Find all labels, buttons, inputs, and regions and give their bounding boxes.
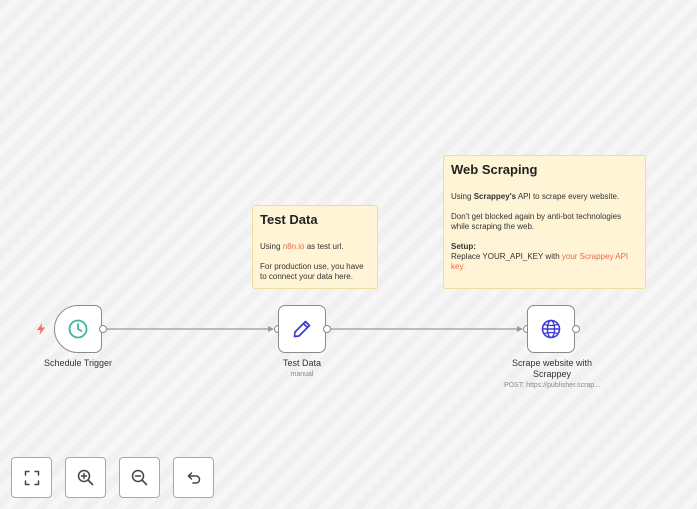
output-handle[interactable] bbox=[323, 325, 331, 333]
globe-icon bbox=[541, 319, 561, 339]
sticky-setup: Setup: Replace YOUR_API_KEY with your Sc… bbox=[451, 242, 638, 272]
node-label: Test Data bbox=[282, 358, 322, 368]
n8n-link[interactable]: n8n.io bbox=[283, 242, 305, 251]
sticky-text-part: API to scrape every website. bbox=[516, 192, 620, 201]
node-scrape-website[interactable] bbox=[527, 305, 575, 353]
sticky-text-part: Using bbox=[451, 192, 474, 201]
zoom-out-button[interactable] bbox=[119, 457, 160, 498]
fit-view-button[interactable] bbox=[11, 457, 52, 498]
sticky-title: Web Scraping bbox=[451, 162, 538, 177]
output-handle[interactable] bbox=[572, 325, 580, 333]
clock-icon bbox=[68, 319, 88, 339]
sticky-bold-text: Scrappey's bbox=[473, 192, 517, 201]
sticky-text: For production use, you have to connect … bbox=[260, 262, 364, 281]
node-label: Scrape website with Scrappey bbox=[511, 358, 593, 379]
workflow-canvas[interactable]: Test Data Using n8n.io as test url. For … bbox=[0, 0, 697, 509]
undo-icon bbox=[187, 471, 200, 484]
zoom-out-icon bbox=[131, 469, 148, 486]
sticky-text: Using n8n.io as test url. bbox=[260, 242, 370, 252]
node-subtitle: manual bbox=[290, 371, 314, 378]
sticky-title: Test Data bbox=[260, 212, 318, 227]
sticky-text-part: Using bbox=[260, 242, 283, 251]
node-schedule-trigger[interactable] bbox=[54, 305, 102, 353]
node-subtitle: POST: https://publisher.scrap... bbox=[503, 382, 601, 389]
node-test-data[interactable] bbox=[278, 305, 326, 353]
pencil-icon bbox=[293, 320, 311, 338]
zoom-in-button[interactable] bbox=[65, 457, 106, 498]
sticky-text-part: Replace YOUR_API_KEY with bbox=[451, 252, 562, 261]
undo-button[interactable] bbox=[173, 457, 214, 498]
sticky-note-web-scraping[interactable]: Web Scraping Using Scrappey's API to scr… bbox=[443, 155, 646, 289]
node-label: Schedule Trigger bbox=[43, 358, 113, 368]
output-handle[interactable] bbox=[99, 325, 107, 333]
zoom-in-icon bbox=[77, 469, 94, 486]
setup-label: Setup: bbox=[451, 242, 476, 251]
fit-view-icon bbox=[24, 470, 39, 485]
sticky-text: Using Scrappey's API to scrape every web… bbox=[451, 192, 638, 202]
lightning-bolt-icon bbox=[37, 323, 45, 335]
sticky-text-part: as test url. bbox=[304, 242, 344, 251]
sticky-note-test-data[interactable]: Test Data Using n8n.io as test url. For … bbox=[252, 205, 378, 289]
sticky-text: Don't get blocked again by anti-bot tech… bbox=[451, 212, 622, 231]
